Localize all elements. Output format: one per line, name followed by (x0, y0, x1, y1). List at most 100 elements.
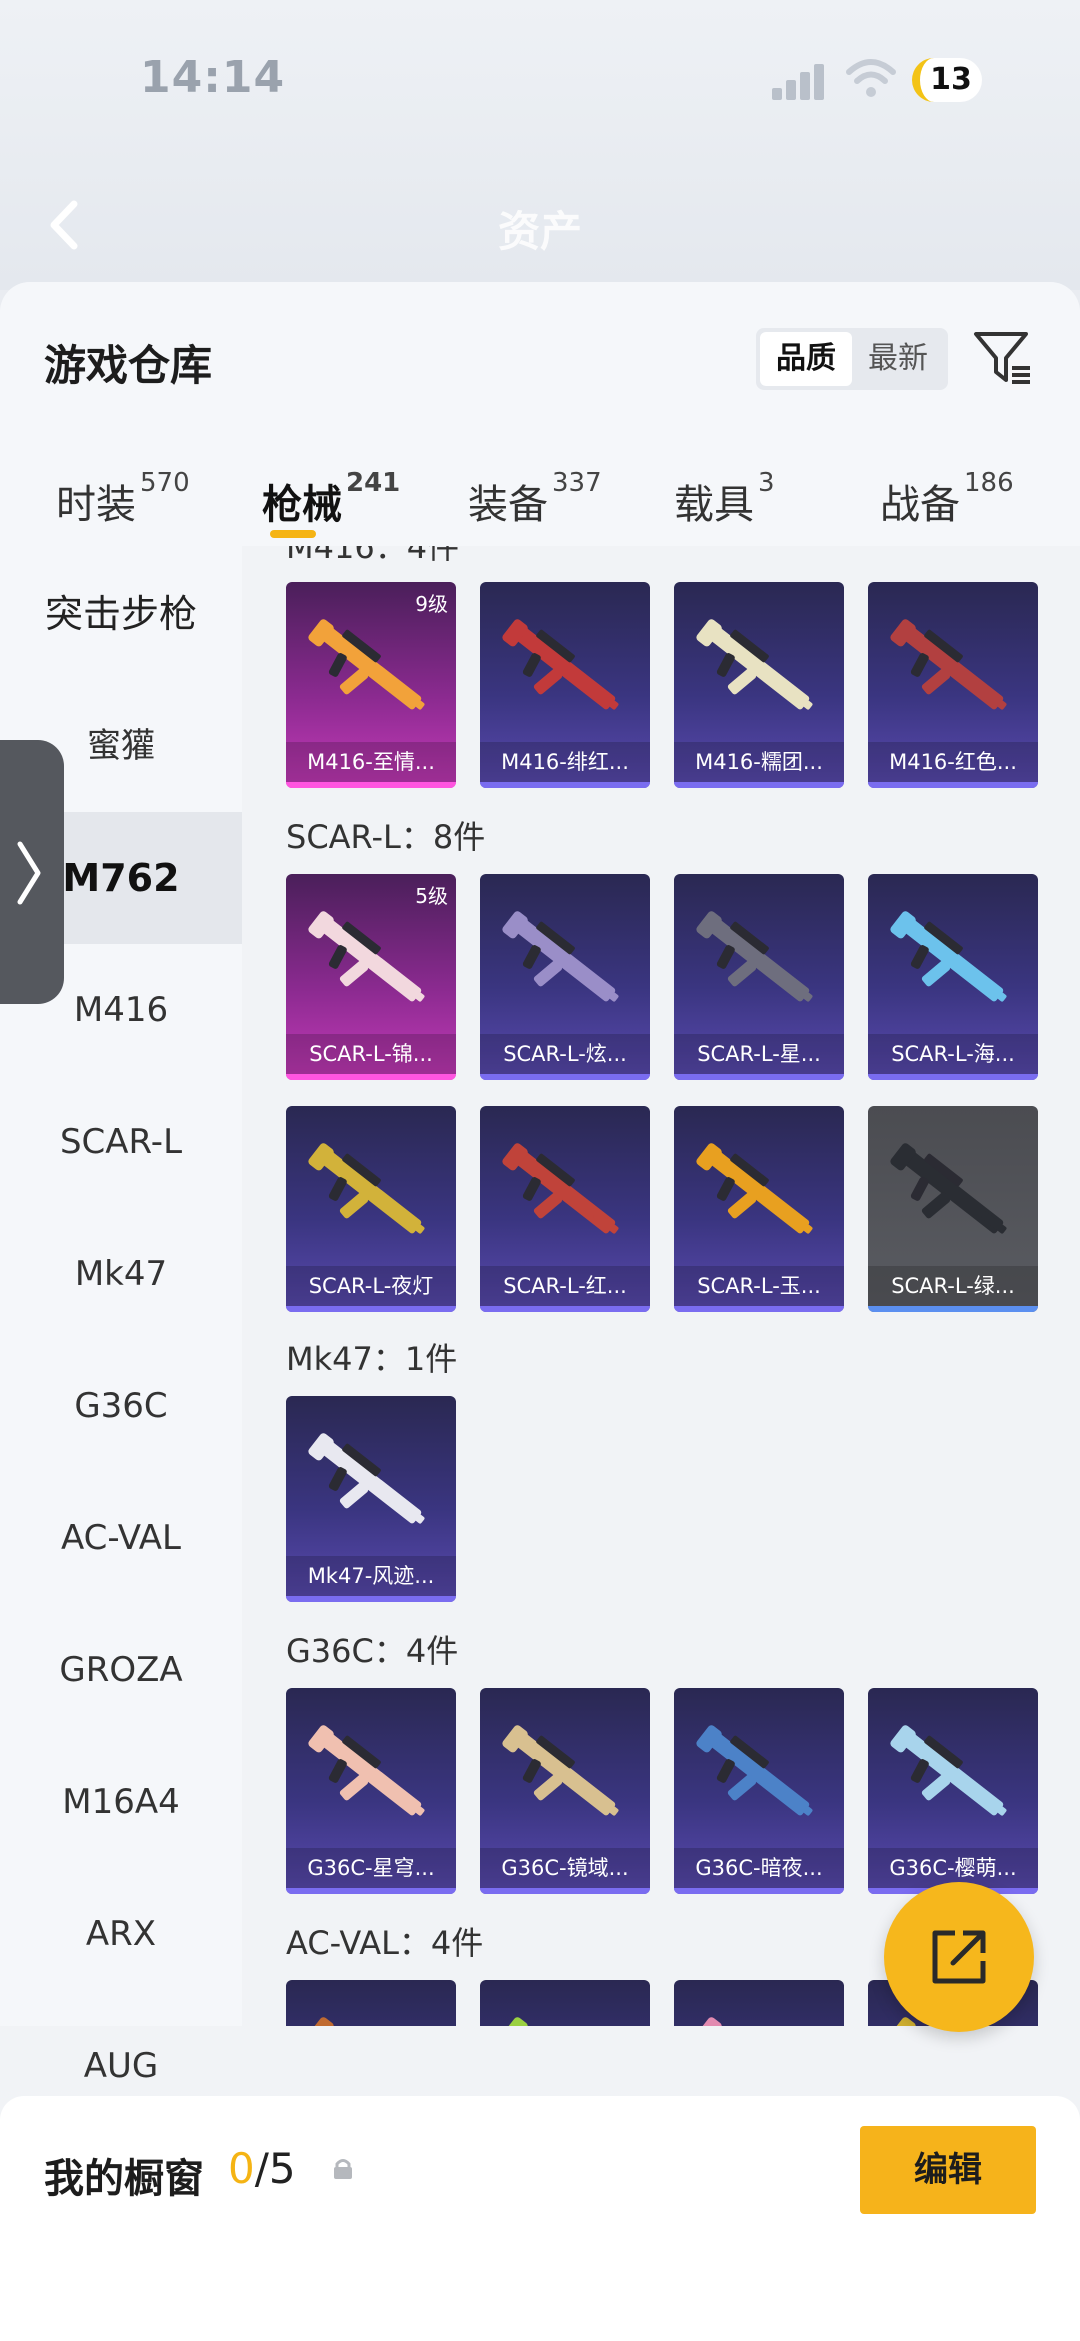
rifle-icon (890, 1143, 1007, 1234)
group-label: Mk47：1件 (286, 1340, 458, 1378)
sort-toggle[interactable]: 品质 最新 (756, 328, 948, 390)
nav-title[interactable]: 资产 (0, 198, 1080, 259)
tab-count: 186 (964, 468, 1014, 498)
rifle-icon (308, 911, 425, 1002)
sidebar-item-scar-l[interactable]: SCAR-L (0, 1076, 242, 1208)
showcase-current: 0 (228, 2144, 255, 2193)
tab-count: 570 (140, 468, 190, 498)
weapon-name: SCAR-L-夜灯 (286, 1266, 456, 1306)
wifi-icon (846, 59, 896, 97)
sidebar-item-m16a4[interactable]: M16A4 (0, 1736, 242, 1868)
sidebar-expand-handle[interactable] (0, 740, 64, 1004)
weapon-card[interactable]: G36C-樱萌... (868, 1688, 1038, 1894)
weapon-card[interactable]: M416-绯红... (480, 582, 650, 788)
share-button[interactable] (884, 1882, 1034, 2032)
rifle-icon (696, 619, 813, 710)
tab-count: 3 (758, 468, 775, 498)
tab-supplies[interactable]: 战备 186 (880, 468, 1014, 530)
cellular-signal-icon (772, 60, 826, 100)
page-title: 游戏仓库 (44, 341, 213, 390)
weapon-card[interactable]: 5级 SCAR-L-锦... (286, 874, 456, 1080)
weapon-card[interactable]: SCAR-L-绿... (868, 1106, 1038, 1312)
rifle-icon (502, 1143, 619, 1234)
rifle-icon (890, 1725, 1007, 1816)
weapon-name: M416-至情... (286, 742, 456, 782)
tab-vehicles[interactable]: 载具 3 (674, 468, 775, 530)
rifle-icon (696, 911, 813, 1002)
weapon-name: SCAR-L-锦... (286, 1034, 456, 1074)
tab-label: 枪械 (262, 482, 342, 528)
sort-option-newest[interactable]: 最新 (852, 332, 944, 386)
rifle-icon (308, 2017, 422, 2026)
weapon-card[interactable]: SCAR-L-海... (868, 874, 1038, 1080)
sidebar-item-assault-rifles[interactable]: 突击步枪 (0, 548, 242, 680)
status-time: 14:14 (140, 52, 286, 103)
weapon-name: SCAR-L-玉... (674, 1266, 844, 1306)
showcase-count: 0/5 (228, 2144, 296, 2193)
group-label: M416：4件 (286, 546, 460, 566)
weapon-card[interactable]: SCAR-L-夜灯 (286, 1106, 456, 1312)
weapon-card[interactable]: M416-糯团... (674, 582, 844, 788)
warehouse-sheet: 游戏仓库 品质 最新 时装 570 枪械 241 装备 337 载具 3 战备 186 (0, 282, 1080, 2341)
rifle-icon (308, 619, 425, 710)
weapon-card[interactable]: 9级 M416-至情... (286, 582, 456, 788)
tab-equipment[interactable]: 装备 337 (468, 468, 602, 530)
weapon-card[interactable] (480, 1980, 650, 2026)
rifle-icon (696, 1725, 813, 1816)
tab-label: 载具 (674, 482, 754, 528)
weapon-card[interactable] (674, 1980, 844, 2026)
rifle-icon (308, 1433, 425, 1524)
rifle-icon (502, 2017, 616, 2026)
tab-count: 241 (346, 468, 401, 498)
tab-count: 337 (552, 468, 602, 498)
group-label: G36C：4件 (286, 1632, 459, 1670)
edit-button[interactable]: 编辑 (860, 2126, 1036, 2214)
filter-icon[interactable] (972, 326, 1034, 388)
rifle-icon (502, 1725, 619, 1816)
weapon-grid: M416：4件 9级 M416-至情... M416-绯红... M416-糯团… (242, 546, 1080, 2026)
weapon-name: SCAR-L-海... (868, 1034, 1038, 1074)
weapon-name: SCAR-L-绿... (868, 1266, 1038, 1306)
weapon-card[interactable]: G36C-星穹... (286, 1688, 456, 1894)
showcase-bar: 我的橱窗 0/5 编辑 (0, 2096, 1080, 2341)
showcase-total: /5 (254, 2144, 296, 2193)
weapon-name: SCAR-L-炫... (480, 1034, 650, 1074)
weapon-card[interactable]: M416-红色... (868, 582, 1038, 788)
weapon-card[interactable]: SCAR-L-红... (480, 1106, 650, 1312)
rifle-icon (890, 619, 1007, 710)
chevron-right-icon (17, 841, 41, 905)
weapon-card[interactable]: SCAR-L-炫... (480, 874, 650, 1080)
rifle-icon (502, 911, 619, 1002)
showcase-title: 我的橱窗 (44, 2156, 204, 2202)
rifle-icon (696, 2017, 810, 2026)
rifle-icon (308, 1725, 425, 1816)
weapon-card[interactable]: Mk47-风迹... (286, 1396, 456, 1602)
active-tab-indicator (270, 530, 316, 538)
sort-option-quality[interactable]: 品质 (760, 332, 852, 386)
weapon-name: M416-绯红... (480, 742, 650, 782)
weapon-card[interactable]: SCAR-L-玉... (674, 1106, 844, 1312)
tab-firearms[interactable]: 枪械 241 (262, 468, 400, 538)
lock-icon (334, 2159, 352, 2179)
sheet-header: 游戏仓库 品质 最新 (0, 282, 1080, 442)
sidebar-item-arx[interactable]: ARX (0, 1868, 242, 2000)
rifle-icon (696, 1143, 813, 1234)
rifle-icon (890, 911, 1007, 1002)
rifle-icon (308, 1143, 425, 1234)
top-header: 14:14 13 资产 (0, 0, 1080, 290)
weapon-name: SCAR-L-星... (674, 1034, 844, 1074)
weapon-card[interactable]: SCAR-L-星... (674, 874, 844, 1080)
weapon-name: G36C-星穹... (286, 1848, 456, 1888)
weapon-card[interactable] (286, 1980, 456, 2026)
weapon-card[interactable]: G36C-镜域... (480, 1688, 650, 1894)
sidebar-item-groza[interactable]: GROZA (0, 1604, 242, 1736)
level-badge: 9级 (415, 592, 448, 616)
sidebar-item-mk47[interactable]: Mk47 (0, 1208, 242, 1340)
weapon-card[interactable]: G36C-暗夜... (674, 1688, 844, 1894)
sidebar-item-g36c[interactable]: G36C (0, 1340, 242, 1472)
level-badge: 5级 (415, 884, 448, 908)
tab-label: 战备 (880, 482, 960, 528)
tab-outfits[interactable]: 时装 570 (56, 468, 190, 530)
sidebar-item-ac-val[interactable]: AC-VAL (0, 1472, 242, 1604)
share-icon (932, 1930, 986, 1984)
